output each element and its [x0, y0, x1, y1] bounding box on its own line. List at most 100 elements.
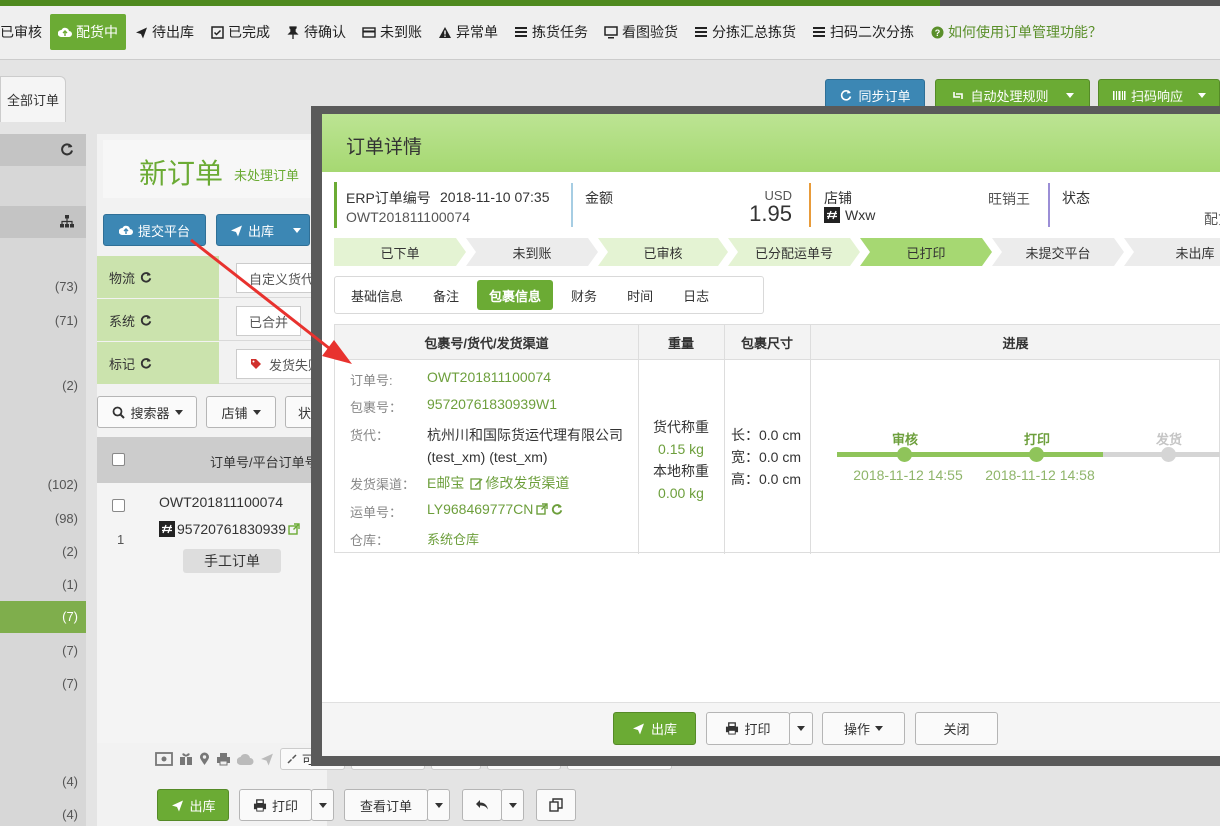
tab-log[interactable]: 日志 — [671, 280, 721, 310]
modal-ship-button[interactable]: 出库 — [613, 712, 696, 745]
money-icon[interactable] — [155, 752, 173, 766]
row-checkbox[interactable] — [112, 499, 125, 512]
plane-icon — [632, 722, 646, 736]
divider — [809, 183, 811, 227]
tracking-label: 运单号： — [350, 505, 403, 520]
refresh-icon[interactable] — [139, 356, 153, 370]
nav-item-pick-tasks[interactable]: 拣货任务 — [506, 14, 596, 50]
nav-item-unpaid[interactable]: 未到账 — [354, 14, 430, 50]
sidebar-count[interactable]: (2) — [0, 378, 78, 393]
store-filter-button[interactable]: 店铺 — [206, 396, 276, 428]
sidebar-count[interactable]: (7) — [0, 609, 78, 624]
modal-print-button[interactable]: 打印 — [706, 712, 790, 745]
nav-item-picking[interactable]: 配货中 — [50, 14, 126, 50]
tab-basic-info[interactable]: 基础信息 — [339, 280, 415, 310]
nav-item-visual-check[interactable]: 看图验货 — [596, 14, 686, 50]
tab-package-info[interactable]: 包裹信息 — [477, 280, 554, 310]
svg-text:?: ? — [934, 28, 940, 38]
filter-option[interactable]: 已合并 — [236, 306, 302, 336]
undo-button[interactable] — [462, 789, 502, 821]
tab-finance[interactable]: 财务 — [559, 280, 609, 310]
divider — [724, 325, 725, 554]
external-link-icon[interactable] — [536, 503, 549, 515]
nav-item-completed[interactable]: 已完成 — [202, 14, 278, 50]
modal-action-button[interactable]: 操作 — [822, 712, 905, 745]
sidebar-count[interactable]: (1) — [0, 577, 78, 592]
bottom-ship-button[interactable]: 出库 — [157, 789, 229, 821]
bottom-print-button[interactable]: 打印 — [239, 789, 312, 821]
order-no-label: 订单号: — [350, 373, 393, 388]
chevron-down-icon — [797, 726, 805, 731]
pin-icon — [286, 25, 300, 39]
tab-notes[interactable]: 备注 — [421, 280, 471, 310]
channel-value: E邮宝 — [427, 475, 465, 491]
sidebar-count[interactable]: (7) — [0, 643, 78, 658]
nav-item-reviewed[interactable]: 已审核 — [0, 14, 50, 50]
sitemap-icon[interactable] — [60, 215, 74, 228]
print-icon — [253, 798, 267, 812]
sidebar-count[interactable]: (4) — [0, 807, 78, 822]
progress-time: 2018-11-12 14:58 — [985, 467, 1095, 483]
local-weight-value: 0.00 kg — [658, 485, 704, 501]
plane-icon[interactable] — [260, 752, 274, 766]
warehouse-label: 仓库： — [350, 533, 390, 548]
progress-label: 打印 — [1023, 432, 1050, 447]
nav-item-exceptions[interactable]: 异常单 — [430, 14, 506, 50]
progress-label: 发货 — [1155, 432, 1182, 447]
copy-button[interactable] — [536, 789, 576, 821]
undo-dropdown[interactable] — [501, 789, 524, 821]
platform-order-number[interactable]: 95720761830939 — [177, 521, 286, 537]
order-no-value[interactable]: OWT201811100074 — [427, 369, 551, 385]
question-circle-icon: ? — [930, 25, 944, 39]
sidebar-count[interactable]: (71) — [0, 313, 78, 328]
external-link-icon[interactable] — [288, 523, 300, 535]
help-link[interactable]: ? 如何使用订单管理功能？ — [922, 14, 1110, 50]
nav-item-scan-sort[interactable]: 扫码二次分拣 — [804, 14, 922, 50]
view-order-button[interactable]: 查看订单 — [344, 789, 428, 821]
ship-button[interactable]: 出库 — [216, 214, 310, 246]
print-icon[interactable] — [216, 752, 231, 766]
nav-item-pending-ship[interactable]: 待出库 — [126, 14, 202, 50]
order-number[interactable]: OWT201811100074 — [159, 494, 283, 510]
refresh-icon[interactable] — [139, 313, 153, 327]
refresh-icon[interactable] — [551, 503, 563, 515]
nav-item-sort-summary[interactable]: 分拣汇总拣货 — [686, 14, 804, 50]
filter-label: 系统 — [97, 299, 219, 341]
tab-all-orders[interactable]: 全部订单 — [0, 76, 66, 122]
monitor-icon — [604, 25, 618, 39]
new-order-header: 新订单 未处理订单 — [103, 140, 327, 198]
tracking-value[interactable]: LY968469777CN — [427, 501, 533, 517]
store-label: 店铺 — [824, 190, 852, 206]
tab-time[interactable]: 时间 — [615, 280, 665, 310]
plane-icon — [134, 25, 148, 39]
submit-platform-button[interactable]: 提交平台 — [103, 214, 206, 246]
edit-channel-link[interactable]: 修改发货渠道 — [470, 473, 569, 493]
map-marker-icon[interactable] — [199, 752, 210, 766]
search-filter-button[interactable]: 搜索器 — [97, 396, 197, 428]
ebay-logo-icon — [159, 521, 175, 537]
refresh-icon[interactable] — [60, 142, 74, 156]
view-order-dropdown[interactable] — [427, 789, 450, 821]
select-all-checkbox[interactable] — [112, 453, 125, 466]
sidebar-count[interactable]: (98) — [0, 511, 78, 526]
progress-dot — [897, 447, 912, 462]
sidebar-count[interactable]: (73) — [0, 279, 78, 294]
progress-dot — [1161, 447, 1176, 462]
cloud-upload-icon — [118, 223, 133, 237]
sidebar-group-header — [0, 206, 86, 238]
ebay-logo-icon — [824, 207, 840, 223]
sidebar-count[interactable]: (102) — [0, 477, 78, 492]
sidebar-count[interactable]: (7) — [0, 676, 78, 691]
refresh-icon[interactable] — [139, 270, 153, 284]
status-value: 配货 — [1204, 211, 1220, 227]
barcode-icon — [1112, 88, 1126, 102]
sidebar-count[interactable]: (4) — [0, 774, 78, 789]
sidebar-count[interactable]: (2) — [0, 544, 78, 559]
cloud-icon[interactable] — [237, 753, 254, 766]
modal-print-dropdown[interactable] — [789, 712, 813, 745]
modal-close-button[interactable]: 关闭 — [915, 712, 998, 745]
gift-icon[interactable] — [179, 752, 193, 766]
nav-item-to-confirm[interactable]: 待确认 — [278, 14, 354, 50]
bottom-print-dropdown[interactable] — [311, 789, 334, 821]
table-row[interactable]: 1 OWT201811100074 95720761830939 手工订单 — [97, 483, 327, 743]
